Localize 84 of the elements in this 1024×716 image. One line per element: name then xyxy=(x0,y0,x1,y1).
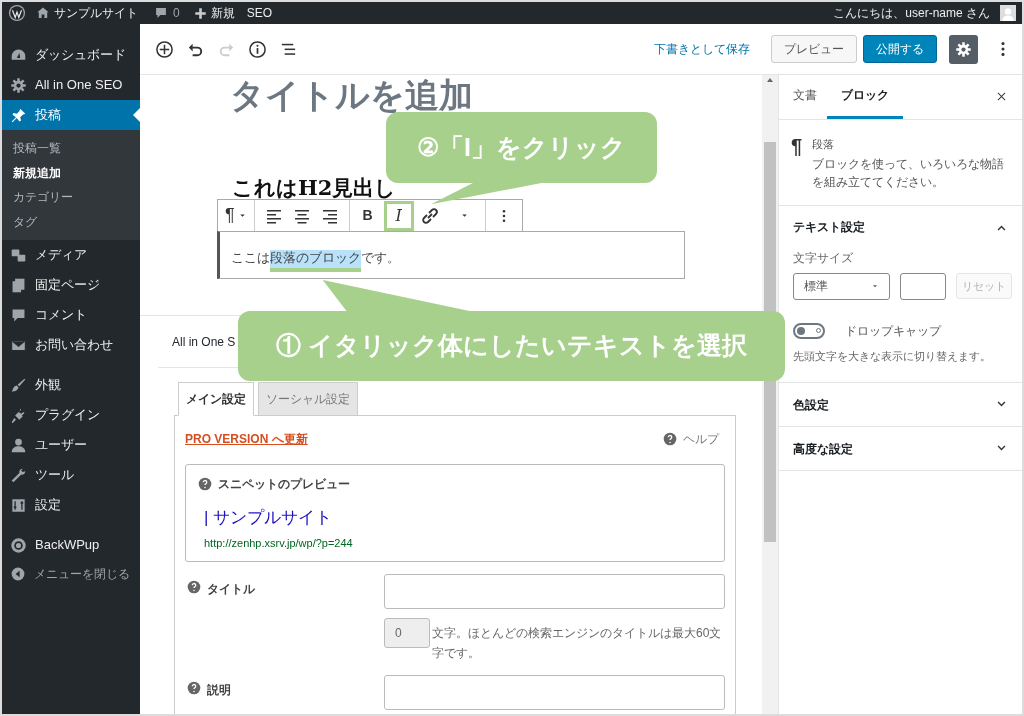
sidebar-item[interactable]: コメント xyxy=(2,300,140,330)
sidebar-item[interactable]: 固定ページ xyxy=(2,270,140,300)
sliders-icon xyxy=(10,496,27,514)
section-header[interactable]: 色設定 xyxy=(793,383,1008,426)
settings-icon xyxy=(955,40,972,58)
plus-icon[interactable] xyxy=(193,6,207,20)
save-draft-link[interactable]: 下書きとして保存 xyxy=(654,40,750,58)
tab[interactable]: メイン設定 xyxy=(178,382,254,416)
link-icon[interactable] xyxy=(419,205,440,226)
comment-icon[interactable] xyxy=(154,6,168,20)
sidebar-item[interactable]: ユーザー xyxy=(2,430,140,460)
brush-icon xyxy=(10,376,27,394)
block-description: ブロックを使って、いろいろな物語を組み立ててください。 xyxy=(812,156,1006,190)
seo-link[interactable]: SEO xyxy=(246,4,273,22)
italic-button[interactable]: I xyxy=(383,200,414,231)
active-notch xyxy=(133,108,140,122)
pin-icon xyxy=(10,106,27,124)
toggle-label: ドロップキャップ xyxy=(845,322,941,340)
settings-button[interactable] xyxy=(949,34,978,64)
submenu-item[interactable]: 新規追加 xyxy=(2,160,140,185)
add-block-icon[interactable] xyxy=(155,39,174,59)
submenu-item[interactable]: カテゴリー xyxy=(2,185,140,210)
tab[interactable]: ソーシャル設定 xyxy=(258,382,358,416)
tab[interactable]: ブロック xyxy=(827,74,903,119)
logo-icon xyxy=(10,536,27,554)
help-icon xyxy=(187,681,201,695)
block-name: 段落 xyxy=(812,137,836,152)
snippet-heading: スニペットのプレビュー xyxy=(218,476,350,493)
help-text: 先頭文字を大きな表示に切り替えます。 xyxy=(793,348,992,364)
bold-button[interactable]: B xyxy=(355,202,380,229)
sidebar-item[interactable]: 外観 xyxy=(2,370,140,400)
snippet-url: http://zenhp.xsrv.jp/wp/?p=244 xyxy=(204,535,353,551)
sidebar-item[interactable]: BackWPup xyxy=(2,530,140,560)
greeting-link[interactable]: こんにちは、user-name さん xyxy=(833,4,990,22)
seo-box-title[interactable]: All in One S xyxy=(172,332,236,351)
upgrade-link[interactable]: PRO VERSION へ更新 xyxy=(185,430,308,448)
user-icon xyxy=(10,436,27,454)
sidebar-item[interactable]: ダッシュボード xyxy=(2,40,140,70)
info-icon[interactable] xyxy=(248,39,267,59)
section-header[interactable]: 高度な設定 xyxy=(793,427,1008,470)
font-size-select[interactable]: 標準 xyxy=(793,272,890,300)
site-link[interactable]: サンプルサイト xyxy=(54,4,138,22)
publish-button[interactable]: 公開する xyxy=(863,35,937,63)
new-link[interactable]: 新規 xyxy=(210,4,235,22)
sidebar-item[interactable]: プラグイン xyxy=(2,400,140,430)
sidebar-item[interactable]: 投稿 xyxy=(2,100,140,130)
collapse-menu-button[interactable]: メニューを閉じる xyxy=(2,560,140,588)
text-field[interactable] xyxy=(384,574,725,609)
toggle-switch[interactable] xyxy=(793,322,825,339)
home-icon[interactable] xyxy=(36,6,50,20)
font-size-input[interactable] xyxy=(900,272,946,300)
sidebar-item[interactable]: メディア xyxy=(2,240,140,270)
close-icon[interactable] xyxy=(995,90,1008,103)
plug-icon xyxy=(10,406,27,424)
logo-icon[interactable] xyxy=(8,4,26,22)
paragraph-glyph: ¶ xyxy=(791,136,803,159)
section-header[interactable]: テキスト設定 xyxy=(793,205,1008,249)
pages-icon xyxy=(10,276,27,294)
sidebar-item[interactable]: All in One SEO xyxy=(2,70,140,100)
field-label: 説明 xyxy=(207,682,231,699)
collapse-icon xyxy=(10,566,26,582)
font-size-label: 文字サイズ xyxy=(793,249,854,267)
tab[interactable]: 文書 xyxy=(793,74,817,119)
field-label: タイトル xyxy=(207,581,255,598)
gear-icon xyxy=(10,76,27,94)
help-icon xyxy=(198,477,212,491)
character-counter: 0 xyxy=(384,618,430,648)
help-icon xyxy=(663,432,677,446)
sidebar-item[interactable]: お問い合わせ xyxy=(2,330,140,360)
caret-icon xyxy=(871,282,879,290)
snippet-title: | サンプルサイト xyxy=(204,507,333,529)
submenu-item[interactable]: 投稿一覧 xyxy=(2,136,140,161)
submenu-item[interactable]: タグ xyxy=(2,209,140,234)
preview-button[interactable]: プレビュー xyxy=(771,35,857,63)
counter-note: 文字。ほとんどの検索エンジンのタイトルは最大60文字です。 xyxy=(432,625,723,662)
sidebar-item[interactable]: ツール xyxy=(2,460,140,490)
wrench-icon xyxy=(10,466,27,484)
text-field[interactable] xyxy=(384,675,725,710)
title-placeholder[interactable]: タイトルを追加 xyxy=(140,75,762,115)
paragraph-block[interactable]: ここは段落のブロック です。 xyxy=(217,231,685,279)
help-icon xyxy=(187,580,201,594)
comment-count[interactable]: 0 xyxy=(173,4,180,22)
sidebar-item[interactable]: 設定 xyxy=(2,490,140,520)
help-link[interactable]: ヘルプ xyxy=(683,430,719,448)
